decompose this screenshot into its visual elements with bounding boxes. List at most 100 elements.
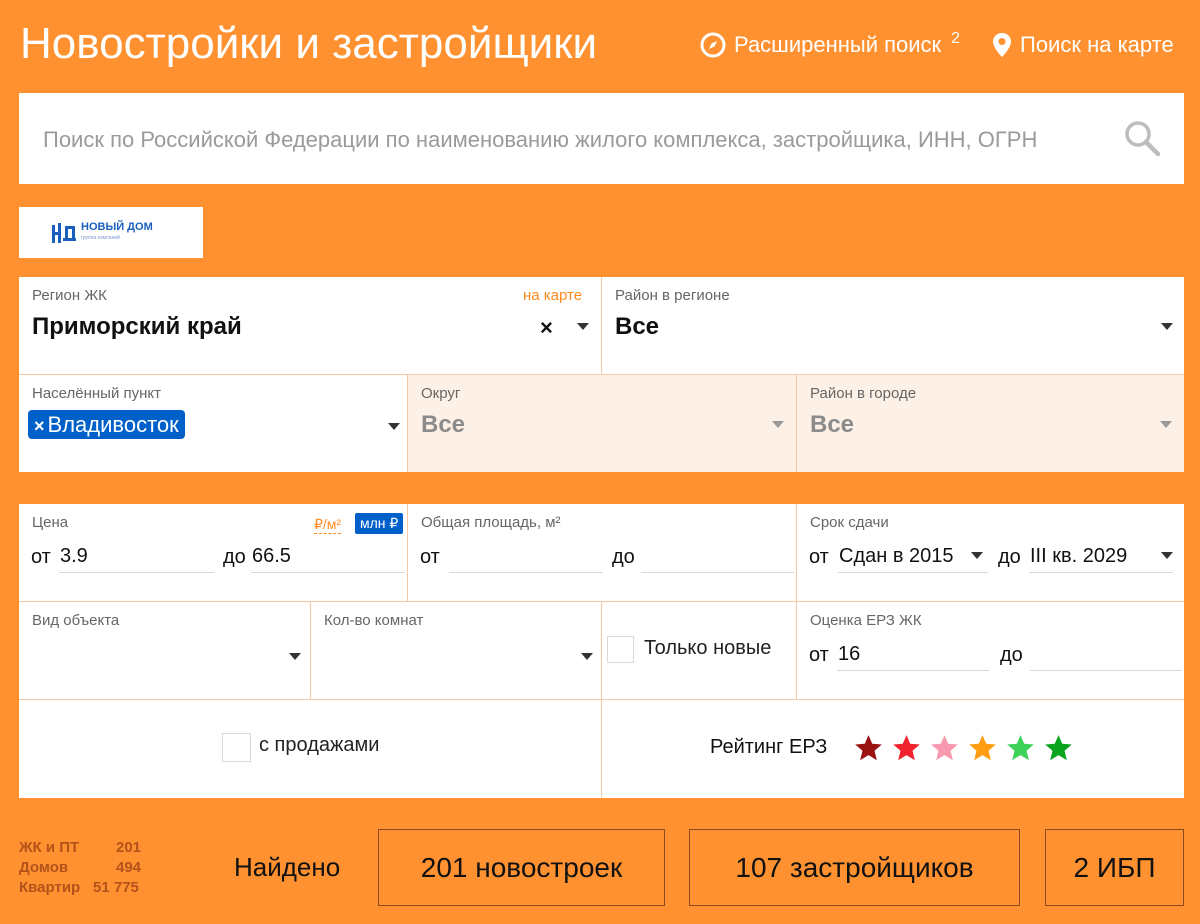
- erz-to-label: до: [1000, 644, 1023, 666]
- developer-logo[interactable]: НОВЫЙ ДОМ группа компаний: [19, 207, 203, 258]
- advanced-search-badge: 2: [951, 30, 961, 47]
- chevron-down-icon: [772, 421, 784, 428]
- deadline-to-label: до: [998, 546, 1021, 568]
- page-title: Новостройки и застройщики: [20, 19, 598, 68]
- price-label: Цена: [32, 514, 69, 531]
- rating-star-5-icon[interactable]: [1006, 734, 1035, 762]
- advanced-search-link[interactable]: Расширенный поиск 2: [700, 30, 961, 58]
- region-value: Приморский край: [32, 313, 242, 340]
- logo-text: НОВЫЙ ДОМ: [81, 220, 153, 233]
- novy-dom-logo-icon: [52, 222, 76, 243]
- area-filter: Общая площадь, м² от до: [408, 504, 796, 601]
- area-label: Общая площадь, м²: [421, 514, 561, 531]
- with-sales-checkbox[interactable]: [222, 733, 251, 762]
- advanced-search-label: Расширенный поиск: [734, 32, 942, 57]
- object-type-select[interactable]: Вид объекта: [19, 602, 310, 699]
- buildings-results-button[interactable]: 201 новостроек: [378, 829, 665, 906]
- only-new-checkbox[interactable]: [607, 636, 634, 663]
- divider: [796, 504, 797, 699]
- rating-star-4-icon[interactable]: [968, 734, 997, 762]
- divider: [310, 602, 311, 699]
- found-label: Найдено: [234, 852, 341, 882]
- clear-region-icon[interactable]: ×: [540, 315, 553, 341]
- search-icon[interactable]: [1123, 119, 1161, 157]
- chevron-down-icon: [388, 423, 400, 430]
- deadline-to-select[interactable]: III кв. 2029: [1030, 545, 1127, 568]
- area-from-label: от: [420, 546, 440, 568]
- divider: [407, 504, 408, 601]
- erz-rating-filter: Рейтинг ЕРЗ: [602, 700, 1184, 798]
- stat-complexes-label: ЖК и ПТ: [19, 839, 80, 856]
- rating-star-2-icon[interactable]: [892, 734, 921, 762]
- chevron-down-icon: [971, 552, 983, 559]
- stat-apartments-value: 51 775: [93, 879, 139, 896]
- chevron-down-icon: [581, 653, 593, 660]
- divider: [407, 375, 408, 472]
- developers-results-button[interactable]: 107 застройщиков: [689, 829, 1020, 906]
- chevron-down-icon: [1161, 552, 1173, 559]
- price-from-label: от: [31, 546, 51, 568]
- erz-from-input[interactable]: 16: [838, 643, 860, 666]
- city-district-select[interactable]: Район в городе Все: [797, 375, 1184, 472]
- only-new-filter[interactable]: Только новые: [602, 602, 796, 699]
- rooms-label: Кол-во комнат: [324, 612, 424, 629]
- locality-tag[interactable]: × Владивосток: [28, 410, 185, 439]
- price-unit-m2-toggle[interactable]: ₽/м²: [314, 516, 342, 534]
- only-new-label: Только новые: [644, 637, 772, 659]
- search-box: [19, 93, 1184, 184]
- price-filter: Цена ₽/м² млн ₽ от 3.9 до 66.5: [19, 504, 407, 601]
- locality-select[interactable]: Населённый пункт × Владивосток: [19, 375, 407, 472]
- rating-star-1-icon[interactable]: [854, 734, 883, 762]
- region-select[interactable]: Регион ЖК на карте Приморский край ×: [19, 277, 601, 374]
- chevron-down-icon: [1161, 323, 1173, 330]
- okrug-label: Округ: [421, 385, 461, 402]
- price-from-input[interactable]: 3.9: [60, 545, 88, 568]
- map-search-link[interactable]: Поиск на карте: [992, 32, 1174, 58]
- deadline-from-select[interactable]: Сдан в 2015: [839, 545, 954, 568]
- district-label: Район в регионе: [615, 287, 730, 304]
- remove-tag-icon[interactable]: ×: [34, 416, 45, 436]
- parameter-filters: Цена ₽/м² млн ₽ от 3.9 до 66.5 Общая пло…: [19, 504, 1184, 798]
- stat-complexes-value: 201: [116, 839, 142, 856]
- locality-label: Населённый пункт: [32, 385, 162, 402]
- chevron-down-icon: [289, 653, 301, 660]
- rating-stars: [854, 734, 1073, 762]
- search-input[interactable]: [41, 119, 1105, 161]
- price-unit-mln-toggle[interactable]: млн ₽: [355, 513, 404, 534]
- erz-to-input[interactable]: [1030, 670, 1182, 671]
- region-map-link[interactable]: на карте: [523, 287, 582, 304]
- erz-score-label: Оценка ЕРЗ ЖК: [810, 612, 922, 629]
- with-sales-filter[interactable]: с продажами: [19, 700, 601, 798]
- deadline-from-label: от: [809, 546, 829, 568]
- stat-houses-value: 494: [116, 859, 142, 876]
- area-to-input[interactable]: [641, 572, 794, 573]
- price-to-input[interactable]: 66.5: [252, 545, 291, 568]
- rooms-select[interactable]: Кол-во комнат: [311, 602, 601, 699]
- stat-apartments-label: Квартир: [19, 879, 81, 896]
- divider: [796, 375, 797, 472]
- chevron-down-icon: [1160, 421, 1172, 428]
- okrug-select[interactable]: Округ Все: [408, 375, 796, 472]
- district-value: Все: [615, 313, 660, 340]
- erz-score-filter: Оценка ЕРЗ ЖК от 16 до: [797, 602, 1184, 699]
- rating-star-3-icon[interactable]: [930, 734, 959, 762]
- locality-tag-label: Владивосток: [47, 412, 179, 437]
- divider: [601, 277, 602, 374]
- deadline-label: Срок сдачи: [810, 514, 889, 531]
- okrug-value: Все: [421, 411, 466, 438]
- stat-houses-label: Домов: [19, 859, 69, 876]
- city-district-value: Все: [810, 411, 855, 438]
- divider: [19, 374, 1184, 375]
- object-type-label: Вид объекта: [32, 612, 120, 629]
- area-to-label: до: [612, 546, 635, 568]
- compass-icon: [700, 32, 726, 58]
- rating-star-6-icon[interactable]: [1044, 734, 1073, 762]
- area-from-input[interactable]: [449, 572, 603, 573]
- location-filters: Регион ЖК на карте Приморский край × Рай…: [19, 277, 1184, 472]
- city-district-label: Район в городе: [810, 385, 917, 402]
- district-select[interactable]: Район в регионе Все: [602, 277, 1184, 374]
- map-search-label: Поиск на карте: [1020, 32, 1174, 57]
- logo-subtext: группа компаний: [81, 234, 120, 241]
- ibp-results-button[interactable]: 2 ИБП: [1045, 829, 1184, 906]
- price-to-label: до: [223, 546, 246, 568]
